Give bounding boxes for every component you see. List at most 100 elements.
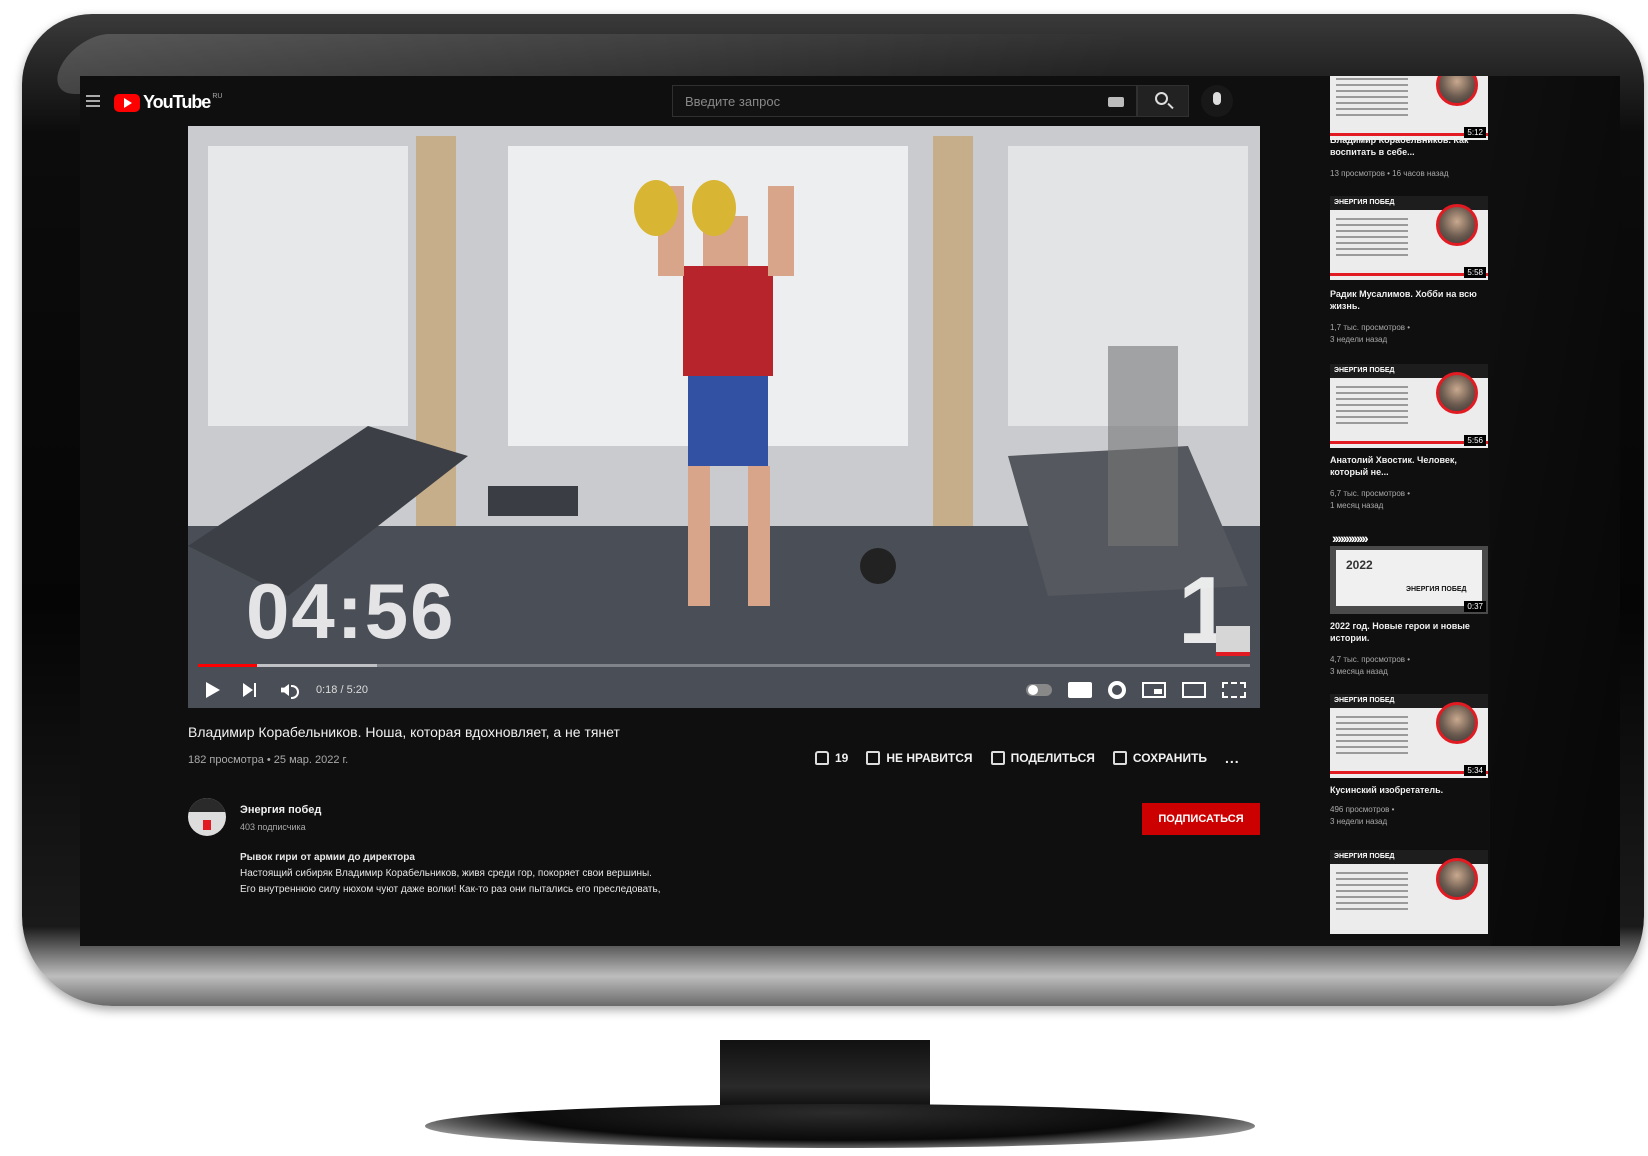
share-button[interactable]: ПОДЕЛИТЬСЯ bbox=[990, 751, 1095, 765]
volume-icon[interactable] bbox=[278, 680, 300, 700]
thumbnail-text-lines bbox=[1336, 386, 1408, 426]
thumbnail-text-lines bbox=[1336, 872, 1408, 912]
search-input[interactable]: Введите запрос bbox=[672, 85, 1137, 117]
recommendation-thumbnail[interactable]: ЭНЕРГИЯ ПОБЕД 5:34 bbox=[1330, 694, 1488, 778]
search-icon bbox=[1155, 92, 1168, 105]
recommendation-meta: 496 просмотров • bbox=[1330, 805, 1395, 814]
video-duration: 5:56 bbox=[1464, 435, 1486, 446]
more-icon: ... bbox=[1225, 750, 1240, 766]
miniplayer-icon[interactable] bbox=[1142, 682, 1166, 698]
recommendation-thumbnail[interactable]: 5:12 bbox=[1330, 76, 1488, 140]
video-duration: 0:37 bbox=[1464, 601, 1486, 612]
thumbnail-portrait bbox=[1436, 702, 1478, 744]
thumbnail-portrait bbox=[1436, 76, 1478, 106]
search-placeholder: Введите запрос bbox=[685, 94, 781, 109]
youtube-logo[interactable]: YouTube RU bbox=[114, 92, 222, 113]
thumbs-down-icon bbox=[866, 751, 881, 765]
channel-avatar[interactable] bbox=[188, 798, 226, 836]
thumbs-up-icon bbox=[815, 751, 829, 765]
thumbnail-brand: ЭНЕРГИЯ ПОБЕД bbox=[1334, 367, 1395, 374]
screen-reflection bbox=[1490, 76, 1620, 946]
thumbnail-brand: ЭНЕРГИЯ ПОБЕД bbox=[1406, 586, 1467, 593]
description-line: Рывок гири от армии до директора bbox=[240, 852, 415, 863]
save-button[interactable]: СОХРАНИТЬ bbox=[1112, 751, 1208, 765]
recommendation-meta: 3 недели назад bbox=[1330, 335, 1388, 344]
thumbnail-portrait bbox=[1436, 204, 1478, 246]
recommendation-meta: 3 месяца назад bbox=[1330, 667, 1388, 676]
description-line: Настоящий сибиряк Владимир Корабельников… bbox=[240, 868, 652, 879]
recommendation-meta: 4,7 тыс. просмотров • bbox=[1330, 655, 1411, 664]
logo-text: YouTube bbox=[143, 92, 211, 112]
share-icon bbox=[990, 751, 1005, 765]
chevron-banner-icon: ››››››››››››› bbox=[1330, 530, 1488, 546]
video-description[interactable]: Рывок гири от армии до директора Настоящ… bbox=[240, 850, 661, 898]
workout-timer-overlay: 04:56 bbox=[246, 567, 456, 655]
recommendation-title[interactable]: Владимир Корабельников. Как воспитать в … bbox=[1330, 134, 1490, 158]
player-controls-right bbox=[1010, 681, 1246, 699]
thumbnail-card: 2022 ЭНЕРГИЯ ПОБЕД bbox=[1336, 550, 1482, 606]
recommendation-thumbnail[interactable]: ЭНЕРГИЯ ПОБЕД 5:58 bbox=[1330, 196, 1488, 280]
thumbnail-year: 2022 bbox=[1346, 558, 1373, 572]
subtitles-icon[interactable] bbox=[1068, 682, 1092, 698]
recommendation-thumbnail[interactable]: ЭНЕРГИЯ ПОБЕД bbox=[1330, 850, 1488, 934]
progress-bar[interactable] bbox=[198, 664, 1250, 667]
dislike-label: НЕ НРАВИТСЯ bbox=[886, 751, 973, 765]
description-line: Его внутреннюю силу нюхом чуют даже волк… bbox=[240, 884, 661, 895]
thumbnail-brand: ЭНЕРГИЯ ПОБЕД bbox=[1334, 697, 1395, 704]
share-label: ПОДЕЛИТЬСЯ bbox=[1010, 751, 1095, 765]
like-button[interactable]: 19 bbox=[815, 751, 848, 765]
progress-played bbox=[198, 664, 257, 667]
thumbnail-brand: ЭНЕРГИЯ ПОБЕД bbox=[1334, 199, 1395, 206]
time-display: 0:18 / 5:20 bbox=[316, 684, 368, 696]
keyboard-icon[interactable] bbox=[1108, 97, 1124, 107]
dislike-button[interactable]: НЕ НРАВИТСЯ bbox=[866, 751, 973, 765]
settings-gear-icon[interactable] bbox=[1108, 681, 1126, 699]
thumbnail-portrait bbox=[1436, 858, 1478, 900]
like-count: 19 bbox=[835, 751, 849, 765]
next-icon[interactable] bbox=[240, 680, 262, 700]
video-duration: 5:34 bbox=[1464, 765, 1486, 776]
thumbnail-text-lines bbox=[1336, 716, 1408, 756]
search-button[interactable] bbox=[1137, 85, 1189, 117]
subscribe-button[interactable]: ПОДПИСАТЬСЯ bbox=[1142, 803, 1260, 835]
thumbnail-text-lines bbox=[1336, 78, 1408, 118]
hamburger-menu-icon[interactable] bbox=[86, 95, 100, 107]
recommendation-thumbnail[interactable]: ЭНЕРГИЯ ПОБЕД 5:56 bbox=[1330, 364, 1488, 448]
monitor-mockup: YouTube RU Введите запрос 04:56 1 0:18 /… bbox=[0, 0, 1648, 1156]
autoplay-toggle-icon[interactable] bbox=[1026, 684, 1052, 696]
recommendation-meta: 3 недели назад bbox=[1330, 817, 1388, 826]
more-actions-button[interactable]: ... bbox=[1225, 750, 1240, 766]
theater-mode-icon[interactable] bbox=[1182, 682, 1206, 698]
fullscreen-icon[interactable] bbox=[1222, 682, 1246, 698]
recommendation-thumbnail[interactable]: ››››››››››››› 2022 ЭНЕРГИЯ ПОБЕД 0:37 bbox=[1330, 530, 1488, 614]
video-actions: 19 НЕ НРАВИТСЯ ПОДЕЛИТЬСЯ СОХРАНИТЬ ... bbox=[815, 750, 1258, 766]
recommendation-title[interactable]: Кусинский изобретатель. bbox=[1330, 784, 1490, 796]
recommendations-sidebar: 5:12 Владимир Корабельников. Как воспита… bbox=[1320, 76, 1488, 946]
recommendation-meta: 1,7 тыс. просмотров • bbox=[1330, 323, 1411, 332]
voice-search-button[interactable] bbox=[1201, 85, 1233, 117]
screen: YouTube RU Введите запрос 04:56 1 0:18 /… bbox=[80, 76, 1620, 946]
thumbnail-text-lines bbox=[1336, 218, 1408, 258]
video-title: Владимир Корабельников. Ноша, которая вд… bbox=[188, 724, 620, 740]
recommendation-meta: 13 просмотров • 16 часов назад bbox=[1330, 169, 1449, 178]
playlist-add-icon bbox=[1112, 751, 1127, 765]
recommendation-title[interactable]: Анатолий Хвостик. Человек, который не... bbox=[1330, 454, 1490, 478]
video-meta: 182 просмотра • 25 мар. 2022 г. bbox=[188, 754, 349, 766]
player-controls: 0:18 / 5:20 bbox=[188, 672, 1260, 708]
play-icon[interactable] bbox=[202, 680, 224, 700]
recommendation-meta: 6,7 тыс. просмотров • bbox=[1330, 489, 1411, 498]
thumbnail-portrait bbox=[1436, 372, 1478, 414]
recommendation-title[interactable]: 2022 год. Новые герои и новые истории. bbox=[1330, 620, 1490, 644]
channel-watermark[interactable] bbox=[1216, 626, 1250, 656]
channel-name[interactable]: Энергия побед bbox=[240, 804, 321, 816]
video-player[interactable]: 04:56 1 0:18 / 5:20 bbox=[188, 126, 1260, 708]
save-label: СОХРАНИТЬ bbox=[1132, 751, 1208, 765]
recommendation-title[interactable]: Радик Мусалимов. Хобби на всю жизнь. bbox=[1330, 288, 1490, 312]
microphone-icon bbox=[1213, 92, 1221, 105]
top-bar: YouTube RU Введите запрос bbox=[80, 76, 1345, 126]
video-duration: 5:58 bbox=[1464, 267, 1486, 278]
channel-subscribers: 403 подписчика bbox=[240, 822, 306, 832]
youtube-play-logo-icon bbox=[114, 93, 140, 112]
recommendation-meta: 1 месяц назад bbox=[1330, 501, 1384, 510]
thumbnail-brand: ЭНЕРГИЯ ПОБЕД bbox=[1334, 853, 1395, 860]
